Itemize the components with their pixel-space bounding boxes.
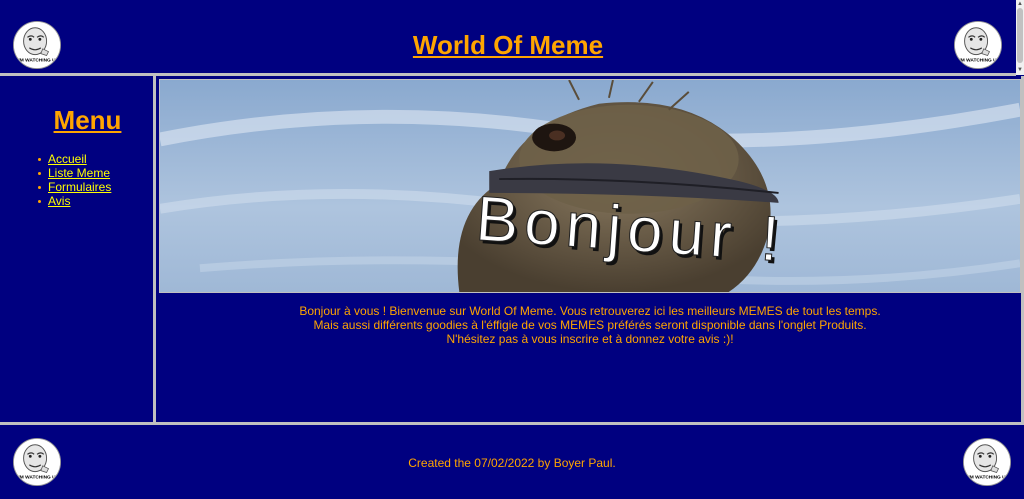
welcome-line: Bonjour à vous ! Bienvenue sur World Of … xyxy=(299,304,881,318)
svg-text:IM WATCHING U: IM WATCHING U xyxy=(959,57,997,63)
svg-text:IM WATCHING U: IM WATCHING U xyxy=(968,474,1006,480)
menu-item-formulaires: Formulaires xyxy=(38,180,111,194)
welcome-line: Mais aussi différents goodies à l'éffigi… xyxy=(313,318,867,332)
scroll-up-icon[interactable]: ▲ xyxy=(1017,1,1023,7)
menu-item-avis: Avis xyxy=(38,194,111,208)
site-title[interactable]: World Of Meme xyxy=(0,30,1016,61)
menu-item-liste-meme: Liste Meme xyxy=(38,166,111,180)
menu-item-accueil: Accueil xyxy=(38,152,111,166)
menu-title: Menu xyxy=(53,105,122,135)
footer-divider xyxy=(0,422,1024,425)
menu-link-liste-meme[interactable]: Liste Meme xyxy=(48,166,110,180)
menu-link-avis[interactable]: Avis xyxy=(48,194,70,208)
page-header: IM WATCHING U World Of Meme IM WATCHING … xyxy=(0,0,1016,73)
menu-list: Accueil Liste Meme Formulaires Avis xyxy=(38,152,111,208)
menu-link-accueil[interactable]: Accueil xyxy=(48,152,87,166)
welcome-text: Bonjour à vous ! Bienvenue sur World Of … xyxy=(158,304,1022,346)
footer-credit: Created the 07/02/2022 by Boyer Paul. xyxy=(408,456,616,470)
hero-banner-image: Bonjour ! Bonjour ! xyxy=(159,79,1021,293)
vertical-scrollbar[interactable]: ▲ ▼ xyxy=(1016,0,1024,75)
scroll-down-icon[interactable]: ▼ xyxy=(1017,67,1023,73)
menu-link-formulaires[interactable]: Formulaires xyxy=(48,180,111,194)
welcome-line: N'hésitez pas à vous inscrire et à donne… xyxy=(446,332,734,346)
meme-logo-icon: IM WATCHING U xyxy=(954,21,1002,69)
scrollbar-thumb[interactable] xyxy=(1017,8,1023,63)
svg-text:IM WATCHING U: IM WATCHING U xyxy=(18,474,56,480)
meme-logo-icon: IM WATCHING U xyxy=(963,438,1011,486)
